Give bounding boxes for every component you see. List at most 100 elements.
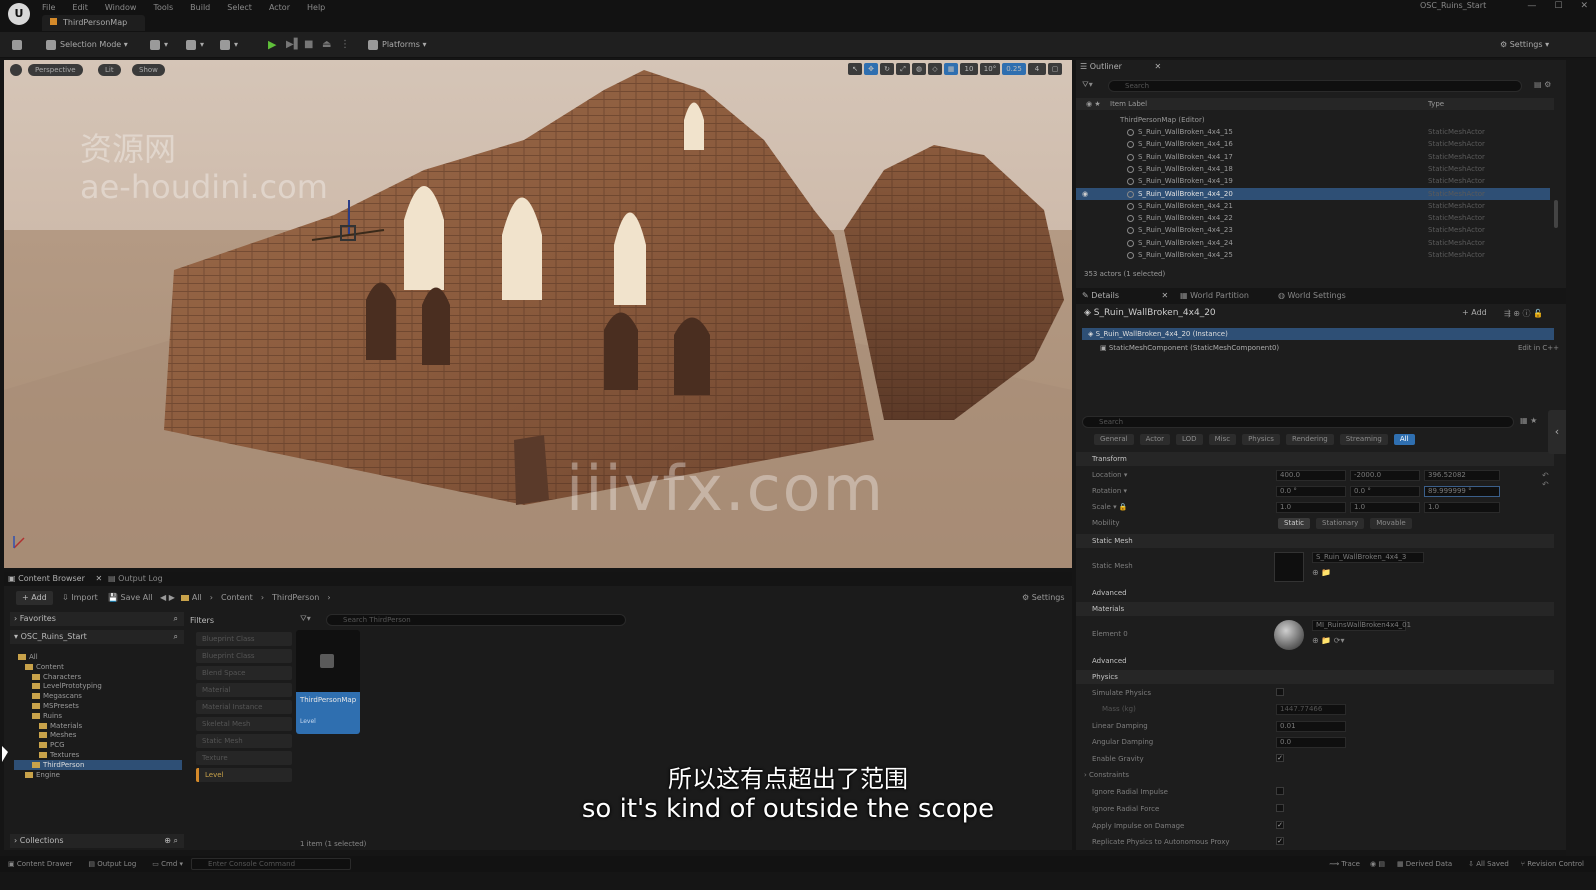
- tab-world-settings[interactable]: ◍ World Settings: [1278, 289, 1346, 303]
- cb-search-input[interactable]: Search ThirdPerson: [326, 614, 626, 626]
- scale-x[interactable]: 1.0: [1276, 502, 1346, 513]
- mobility-static[interactable]: Static: [1278, 518, 1311, 529]
- outliner-row[interactable]: S_Ruin_WallBroken_4x4_20 StaticMeshActor ◉: [1076, 187, 1550, 200]
- type-column[interactable]: Type: [1428, 98, 1444, 110]
- surface-snap-icon[interactable]: ◇: [928, 63, 942, 75]
- mass-field[interactable]: 1447.77466: [1276, 704, 1346, 715]
- filter-item[interactable]: Blueprint Class: [196, 632, 292, 646]
- filter-chip-general[interactable]: General: [1094, 434, 1134, 445]
- folder-tree-item[interactable]: LevelPrototyping: [14, 681, 182, 691]
- save-all-button[interactable]: 💾 Save All: [108, 593, 153, 602]
- outliner-search-input[interactable]: Search: [1108, 80, 1522, 92]
- outliner-row[interactable]: S_Ruin_WallBroken_4x4_19 StaticMeshActor: [1076, 175, 1550, 187]
- cb-filter-icon[interactable]: ⛛▾: [300, 614, 311, 624]
- static-mesh-picker[interactable]: S_Ruin_WallBroken_4x4_3: [1312, 552, 1424, 563]
- edit-cpp-link[interactable]: Edit in C++: [1518, 344, 1559, 352]
- maximize-icon[interactable]: ☐: [1554, 1, 1562, 11]
- add-content-icon[interactable]: ▾: [150, 38, 168, 52]
- revision-control-button[interactable]: ⑂ Revision Control: [1521, 860, 1584, 868]
- console-input[interactable]: Enter Console Command: [191, 858, 352, 870]
- material-thumbnail[interactable]: [1274, 620, 1304, 650]
- mobility-movable[interactable]: Movable: [1370, 518, 1412, 529]
- outliner-row[interactable]: S_Ruin_WallBroken_4x4_22 StaticMeshActor: [1076, 212, 1550, 224]
- browse-icon[interactable]: ⊕ 📁: [1312, 568, 1331, 577]
- eject-icon[interactable]: ⏏: [322, 38, 331, 52]
- menu-window[interactable]: Window: [105, 3, 137, 12]
- selection-mode-dropdown[interactable]: Selection Mode ▾: [46, 38, 128, 52]
- close-icon[interactable]: ✕: [1580, 1, 1588, 11]
- close-icon[interactable]: ✕: [1162, 291, 1169, 300]
- static-mesh-thumbnail[interactable]: [1274, 552, 1304, 582]
- add-button[interactable]: + Add: [16, 591, 53, 605]
- grid-size[interactable]: 10: [960, 63, 978, 75]
- cb-settings-button[interactable]: ⚙ Settings: [1022, 593, 1065, 602]
- filter-icon[interactable]: ⛛▾: [1082, 80, 1093, 90]
- breadcrumb-content[interactable]: Content: [221, 593, 253, 602]
- menu-tools[interactable]: Tools: [153, 3, 173, 12]
- outliner-scrollbar[interactable]: [1554, 200, 1558, 228]
- trace-button[interactable]: ⟿ Trace: [1329, 860, 1360, 868]
- history-icon[interactable]: ◀ ▶: [160, 593, 175, 602]
- menu-actor[interactable]: Actor: [269, 3, 290, 12]
- cinematics-icon[interactable]: ▾: [220, 38, 238, 52]
- visibility-icon[interactable]: ◉: [1082, 188, 1088, 200]
- source-control-icons[interactable]: ◉ ▤: [1370, 860, 1385, 868]
- collapse-panel-icon[interactable]: ‹: [1548, 410, 1566, 454]
- filter-chip-misc[interactable]: Misc: [1208, 434, 1237, 445]
- enable-gravity-checkbox[interactable]: ✓: [1276, 754, 1284, 762]
- filter-item[interactable]: Material: [196, 683, 292, 697]
- menu-build[interactable]: Build: [190, 3, 210, 12]
- material-browse-icon[interactable]: ⊕ 📁 ⟳▾: [1312, 636, 1344, 645]
- rotate-tool-icon[interactable]: ↻: [880, 63, 894, 75]
- section-materials[interactable]: Materials: [1076, 602, 1554, 616]
- location-x[interactable]: 400.0: [1276, 470, 1346, 481]
- settings-button[interactable]: ⚙ Settings ▾: [1500, 38, 1549, 52]
- location-label[interactable]: Location ▾: [1092, 471, 1127, 479]
- rotation-x[interactable]: 0.0 °: [1276, 486, 1346, 497]
- outliner-row[interactable]: S_Ruin_WallBroken_4x4_24 StaticMeshActor: [1076, 237, 1550, 249]
- scale-y[interactable]: 1.0: [1350, 502, 1420, 513]
- mobility-stationary[interactable]: Stationary: [1316, 518, 1365, 529]
- outliner-root[interactable]: ThirdPersonMap (Editor): [1076, 114, 1550, 126]
- breadcrumb-all[interactable]: All: [192, 593, 202, 602]
- viewport-menu-icon[interactable]: [10, 64, 22, 76]
- filter-chip-streaming[interactable]: Streaming: [1339, 434, 1388, 445]
- project-header[interactable]: ▾ OSC_Ruins_Start ⌕: [10, 630, 184, 644]
- filter-chip-all[interactable]: All: [1393, 434, 1415, 445]
- add-component-button[interactable]: + Add: [1462, 308, 1487, 317]
- scale-tool-icon[interactable]: ⤢: [896, 63, 910, 75]
- cmd-dropdown[interactable]: ▭ Cmd ▾: [152, 860, 183, 868]
- camera-speed[interactable]: 4: [1028, 63, 1046, 75]
- play-icon[interactable]: ▶: [268, 38, 276, 52]
- filter-chip-physics[interactable]: Physics: [1242, 434, 1280, 445]
- menu-help[interactable]: Help: [307, 3, 325, 12]
- section-transform[interactable]: Transform: [1076, 452, 1554, 466]
- location-y[interactable]: -2000.0: [1350, 470, 1420, 481]
- world-space-icon[interactable]: ◍: [912, 63, 926, 75]
- scale-label[interactable]: Scale ▾ 🔒: [1092, 503, 1128, 511]
- linear-damping-field[interactable]: 0.01: [1276, 721, 1346, 732]
- folder-tree-item[interactable]: Meshes: [14, 730, 182, 740]
- move-tool-icon[interactable]: ✥: [864, 63, 878, 75]
- asset-tile-thirdpersonmap[interactable]: ThirdPersonMap Level: [296, 630, 360, 734]
- reset-icon[interactable]: ↶ ↶: [1542, 471, 1549, 489]
- close-icon[interactable]: ✕: [1155, 62, 1162, 71]
- all-saved-button[interactable]: ⇩ All Saved: [1468, 860, 1509, 868]
- folder-tree-item[interactable]: Characters: [14, 672, 182, 682]
- folder-tree-item[interactable]: MSPresets: [14, 701, 182, 711]
- rotation-z[interactable]: 89.999999 °: [1424, 486, 1500, 497]
- details-view-options-icon[interactable]: ▦ ★: [1520, 416, 1537, 425]
- details-search-input[interactable]: Search: [1082, 416, 1514, 428]
- tab-output-log[interactable]: ▤ Output Log: [108, 572, 163, 586]
- outliner-row[interactable]: S_Ruin_WallBroken_4x4_15 StaticMeshActor: [1076, 126, 1550, 138]
- tab-details[interactable]: ✎ Details ✕: [1082, 289, 1168, 303]
- filter-item[interactable]: Skeletal Mesh: [196, 717, 292, 731]
- menu-edit[interactable]: Edit: [72, 3, 88, 12]
- section-advanced[interactable]: Advanced: [1076, 586, 1554, 600]
- section-advanced-2[interactable]: Advanced: [1076, 654, 1554, 668]
- step-icon[interactable]: ▶▌: [286, 38, 301, 52]
- folder-tree-item[interactable]: Materials: [14, 721, 182, 731]
- tab-world-partition[interactable]: ▦ World Partition: [1180, 289, 1249, 303]
- static-mesh-component-row[interactable]: ▣ StaticMeshComponent (StaticMeshCompone…: [1100, 344, 1279, 352]
- blueprint-icons[interactable]: ⇶ ⊕ ⓘ 🔓: [1504, 308, 1543, 319]
